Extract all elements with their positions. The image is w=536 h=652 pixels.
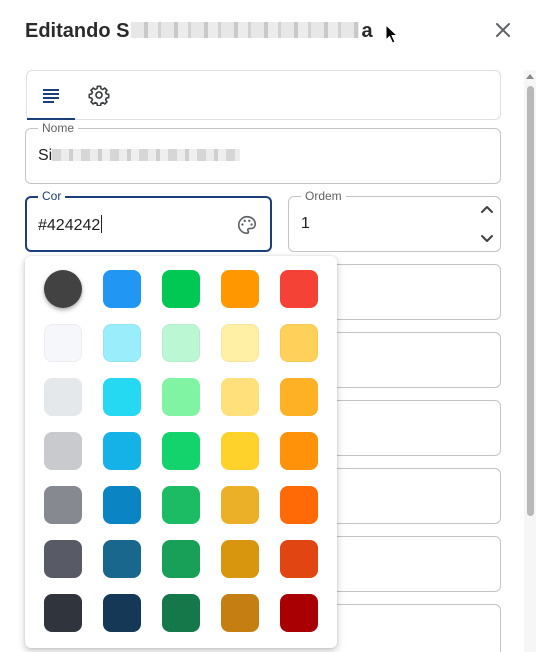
- color-swatch[interactable]: [221, 486, 259, 524]
- color-swatch[interactable]: [280, 270, 318, 308]
- color-swatch[interactable]: [221, 378, 259, 416]
- color-swatch[interactable]: [44, 594, 82, 632]
- hidden-field-2[interactable]: [320, 332, 501, 388]
- ordem-field[interactable]: Ordem 1: [288, 189, 501, 252]
- hidden-field-1[interactable]: [320, 264, 501, 320]
- color-swatch[interactable]: [162, 432, 200, 470]
- color-swatch[interactable]: [103, 540, 141, 578]
- color-swatch[interactable]: [162, 270, 200, 308]
- nome-value-prefix: Si: [38, 147, 53, 164]
- color-swatch[interactable]: [162, 324, 200, 362]
- gear-icon: [88, 85, 110, 106]
- color-swatch[interactable]: [103, 486, 141, 524]
- active-tab-indicator: [27, 118, 75, 120]
- chevron-up-icon[interactable]: [478, 201, 496, 219]
- color-swatch[interactable]: [162, 486, 200, 524]
- palette-icon[interactable]: [236, 214, 258, 236]
- hidden-field-3[interactable]: [320, 400, 501, 456]
- hidden-field-5[interactable]: [320, 536, 501, 592]
- color-swatch[interactable]: [221, 540, 259, 578]
- color-swatch[interactable]: [44, 324, 82, 362]
- color-swatch[interactable]: [280, 378, 318, 416]
- hidden-field-4[interactable]: [320, 468, 501, 524]
- scrollbar-thumb[interactable]: [527, 86, 534, 516]
- color-swatch[interactable]: [103, 378, 141, 416]
- color-swatch[interactable]: [103, 270, 141, 308]
- chevron-down-icon[interactable]: [478, 229, 496, 247]
- color-swatch[interactable]: [280, 594, 318, 632]
- color-swatch[interactable]: [162, 378, 200, 416]
- dialog-title-prefix: Editando S: [25, 20, 130, 42]
- color-swatch[interactable]: [280, 540, 318, 578]
- cor-value: #424242: [38, 217, 101, 234]
- cor-input[interactable]: #424242: [38, 215, 103, 235]
- color-swatch[interactable]: [44, 486, 82, 524]
- edit-dialog: Editando S a Nome Si Cor #424242 Ordem 1: [0, 0, 536, 652]
- tab-settings[interactable]: [75, 71, 123, 119]
- color-swatch[interactable]: [280, 324, 318, 362]
- tab-bar: [26, 70, 501, 120]
- dialog-title-suffix: a: [361, 20, 373, 42]
- color-swatch[interactable]: [221, 324, 259, 362]
- color-swatch[interactable]: [162, 540, 200, 578]
- color-swatch[interactable]: [44, 432, 82, 470]
- color-swatch[interactable]: [44, 540, 82, 578]
- scroll-up-arrow-icon[interactable]: [525, 72, 535, 80]
- cor-label: Cor: [38, 189, 66, 203]
- tab-general[interactable]: [27, 71, 75, 120]
- text-lines-icon: [43, 89, 59, 103]
- cor-field[interactable]: Cor #424242: [25, 189, 272, 252]
- color-swatch[interactable]: [44, 378, 82, 416]
- color-swatch[interactable]: [280, 486, 318, 524]
- close-icon: [496, 23, 510, 37]
- ordem-value[interactable]: 1: [301, 215, 310, 233]
- redacted-name-text: [52, 149, 241, 161]
- color-swatch[interactable]: [280, 432, 318, 470]
- color-swatch[interactable]: [103, 324, 141, 362]
- color-swatch[interactable]: [221, 594, 259, 632]
- redacted-title-text: [131, 22, 360, 38]
- color-swatch[interactable]: [162, 594, 200, 632]
- close-button[interactable]: [492, 19, 514, 41]
- ordem-label: Ordem: [301, 189, 346, 203]
- nome-label: Nome: [38, 121, 79, 135]
- color-swatch[interactable]: [221, 270, 259, 308]
- color-swatch[interactable]: [103, 594, 141, 632]
- hidden-field-6[interactable]: [320, 604, 501, 652]
- color-palette-popup: [25, 256, 337, 648]
- text-caret: [101, 215, 103, 233]
- color-swatch[interactable]: [221, 432, 259, 470]
- dialog-title: Editando S a: [25, 20, 373, 43]
- nome-field[interactable]: Nome Si: [25, 121, 501, 184]
- mouse-cursor-icon: [385, 24, 399, 44]
- nome-value[interactable]: Si: [38, 147, 241, 165]
- color-swatch-selected[interactable]: [44, 270, 82, 308]
- color-swatch[interactable]: [103, 432, 141, 470]
